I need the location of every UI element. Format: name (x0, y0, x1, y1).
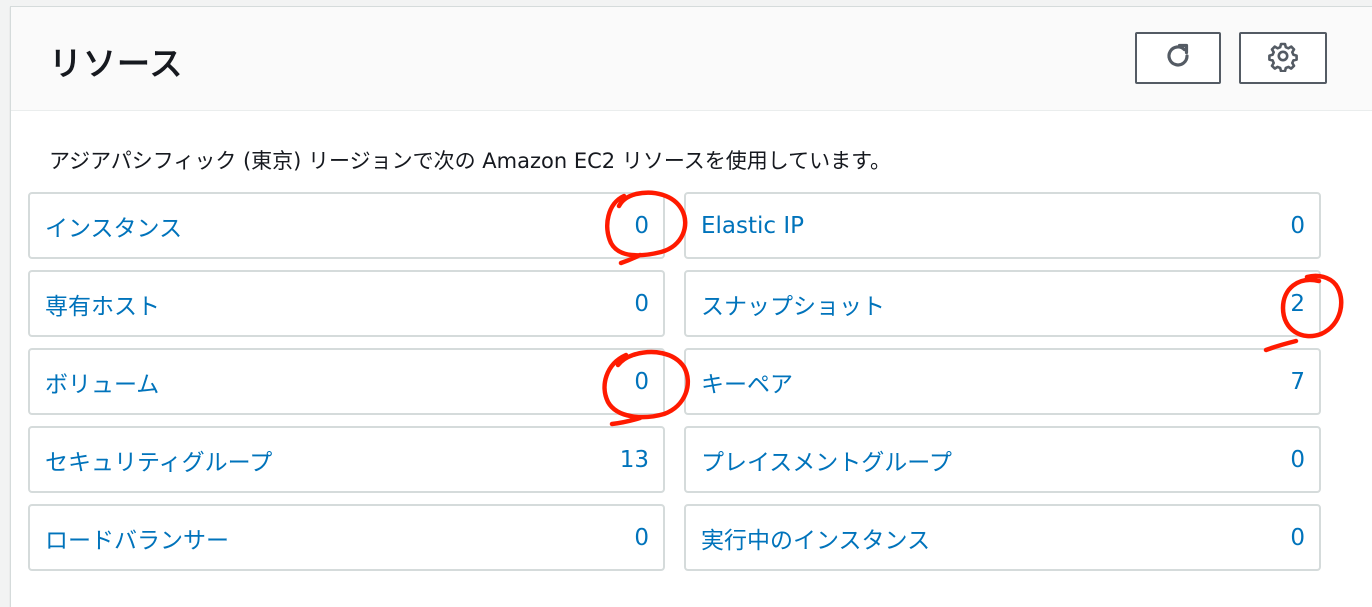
resource-label[interactable]: プレイスメントグループ (701, 443, 952, 477)
resource-grid: インスタンス 0 Elastic IP 0 専有ホスト 0 スナップショット 2… (28, 192, 1324, 572)
resource-label[interactable]: 専有ホスト (45, 287, 160, 321)
resource-label[interactable]: セキュリティグループ (45, 443, 272, 477)
resource-count[interactable]: 0 (1290, 525, 1305, 551)
resource-tile-key-pairs[interactable]: キーペア 7 (684, 348, 1321, 415)
resource-label[interactable]: インスタンス (45, 209, 182, 243)
resource-tile-volumes[interactable]: ボリューム 0 (28, 348, 665, 415)
resource-count[interactable]: 0 (634, 213, 649, 239)
resource-label[interactable]: ロードバランサー (45, 521, 229, 555)
gear-icon (1267, 40, 1299, 76)
resource-count[interactable]: 0 (1290, 213, 1305, 239)
settings-button[interactable] (1239, 32, 1327, 84)
resource-tile-instances[interactable]: インスタンス 0 (28, 192, 665, 259)
resource-count[interactable]: 7 (1290, 369, 1305, 395)
resource-count[interactable]: 0 (634, 291, 649, 317)
resource-label[interactable]: 実行中のインスタンス (701, 521, 930, 555)
resource-tile-snapshots[interactable]: スナップショット 2 (684, 270, 1321, 337)
resource-tile-security-groups[interactable]: セキュリティグループ 13 (28, 426, 665, 493)
resource-count[interactable]: 13 (620, 447, 649, 473)
resource-label[interactable]: キーペア (701, 365, 793, 399)
resource-label[interactable]: Elastic IP (701, 213, 804, 239)
panel-header: リソース (11, 7, 1372, 111)
refresh-button[interactable] (1135, 32, 1221, 84)
resource-count[interactable]: 0 (634, 525, 649, 551)
resource-tile-dedicated-hosts[interactable]: 専有ホスト 0 (28, 270, 665, 337)
resource-tile-load-balancers[interactable]: ロードバランサー 0 (28, 504, 665, 571)
resource-label[interactable]: スナップショット (701, 287, 885, 321)
resource-tile-placement-groups[interactable]: プレイスメントグループ 0 (684, 426, 1321, 493)
resource-tile-elastic-ip[interactable]: Elastic IP 0 (684, 192, 1321, 259)
resource-count[interactable]: 0 (634, 369, 649, 395)
panel-title: リソース (49, 44, 184, 83)
refresh-icon (1162, 40, 1194, 76)
resource-tile-running-instances[interactable]: 実行中のインスタンス 0 (684, 504, 1321, 571)
resource-count[interactable]: 2 (1290, 291, 1305, 317)
region-description: アジアパシフィック (東京) リージョンで次の Amazon EC2 リソースを… (49, 149, 892, 173)
resource-label[interactable]: ボリューム (45, 365, 159, 399)
resource-count[interactable]: 0 (1290, 447, 1305, 473)
